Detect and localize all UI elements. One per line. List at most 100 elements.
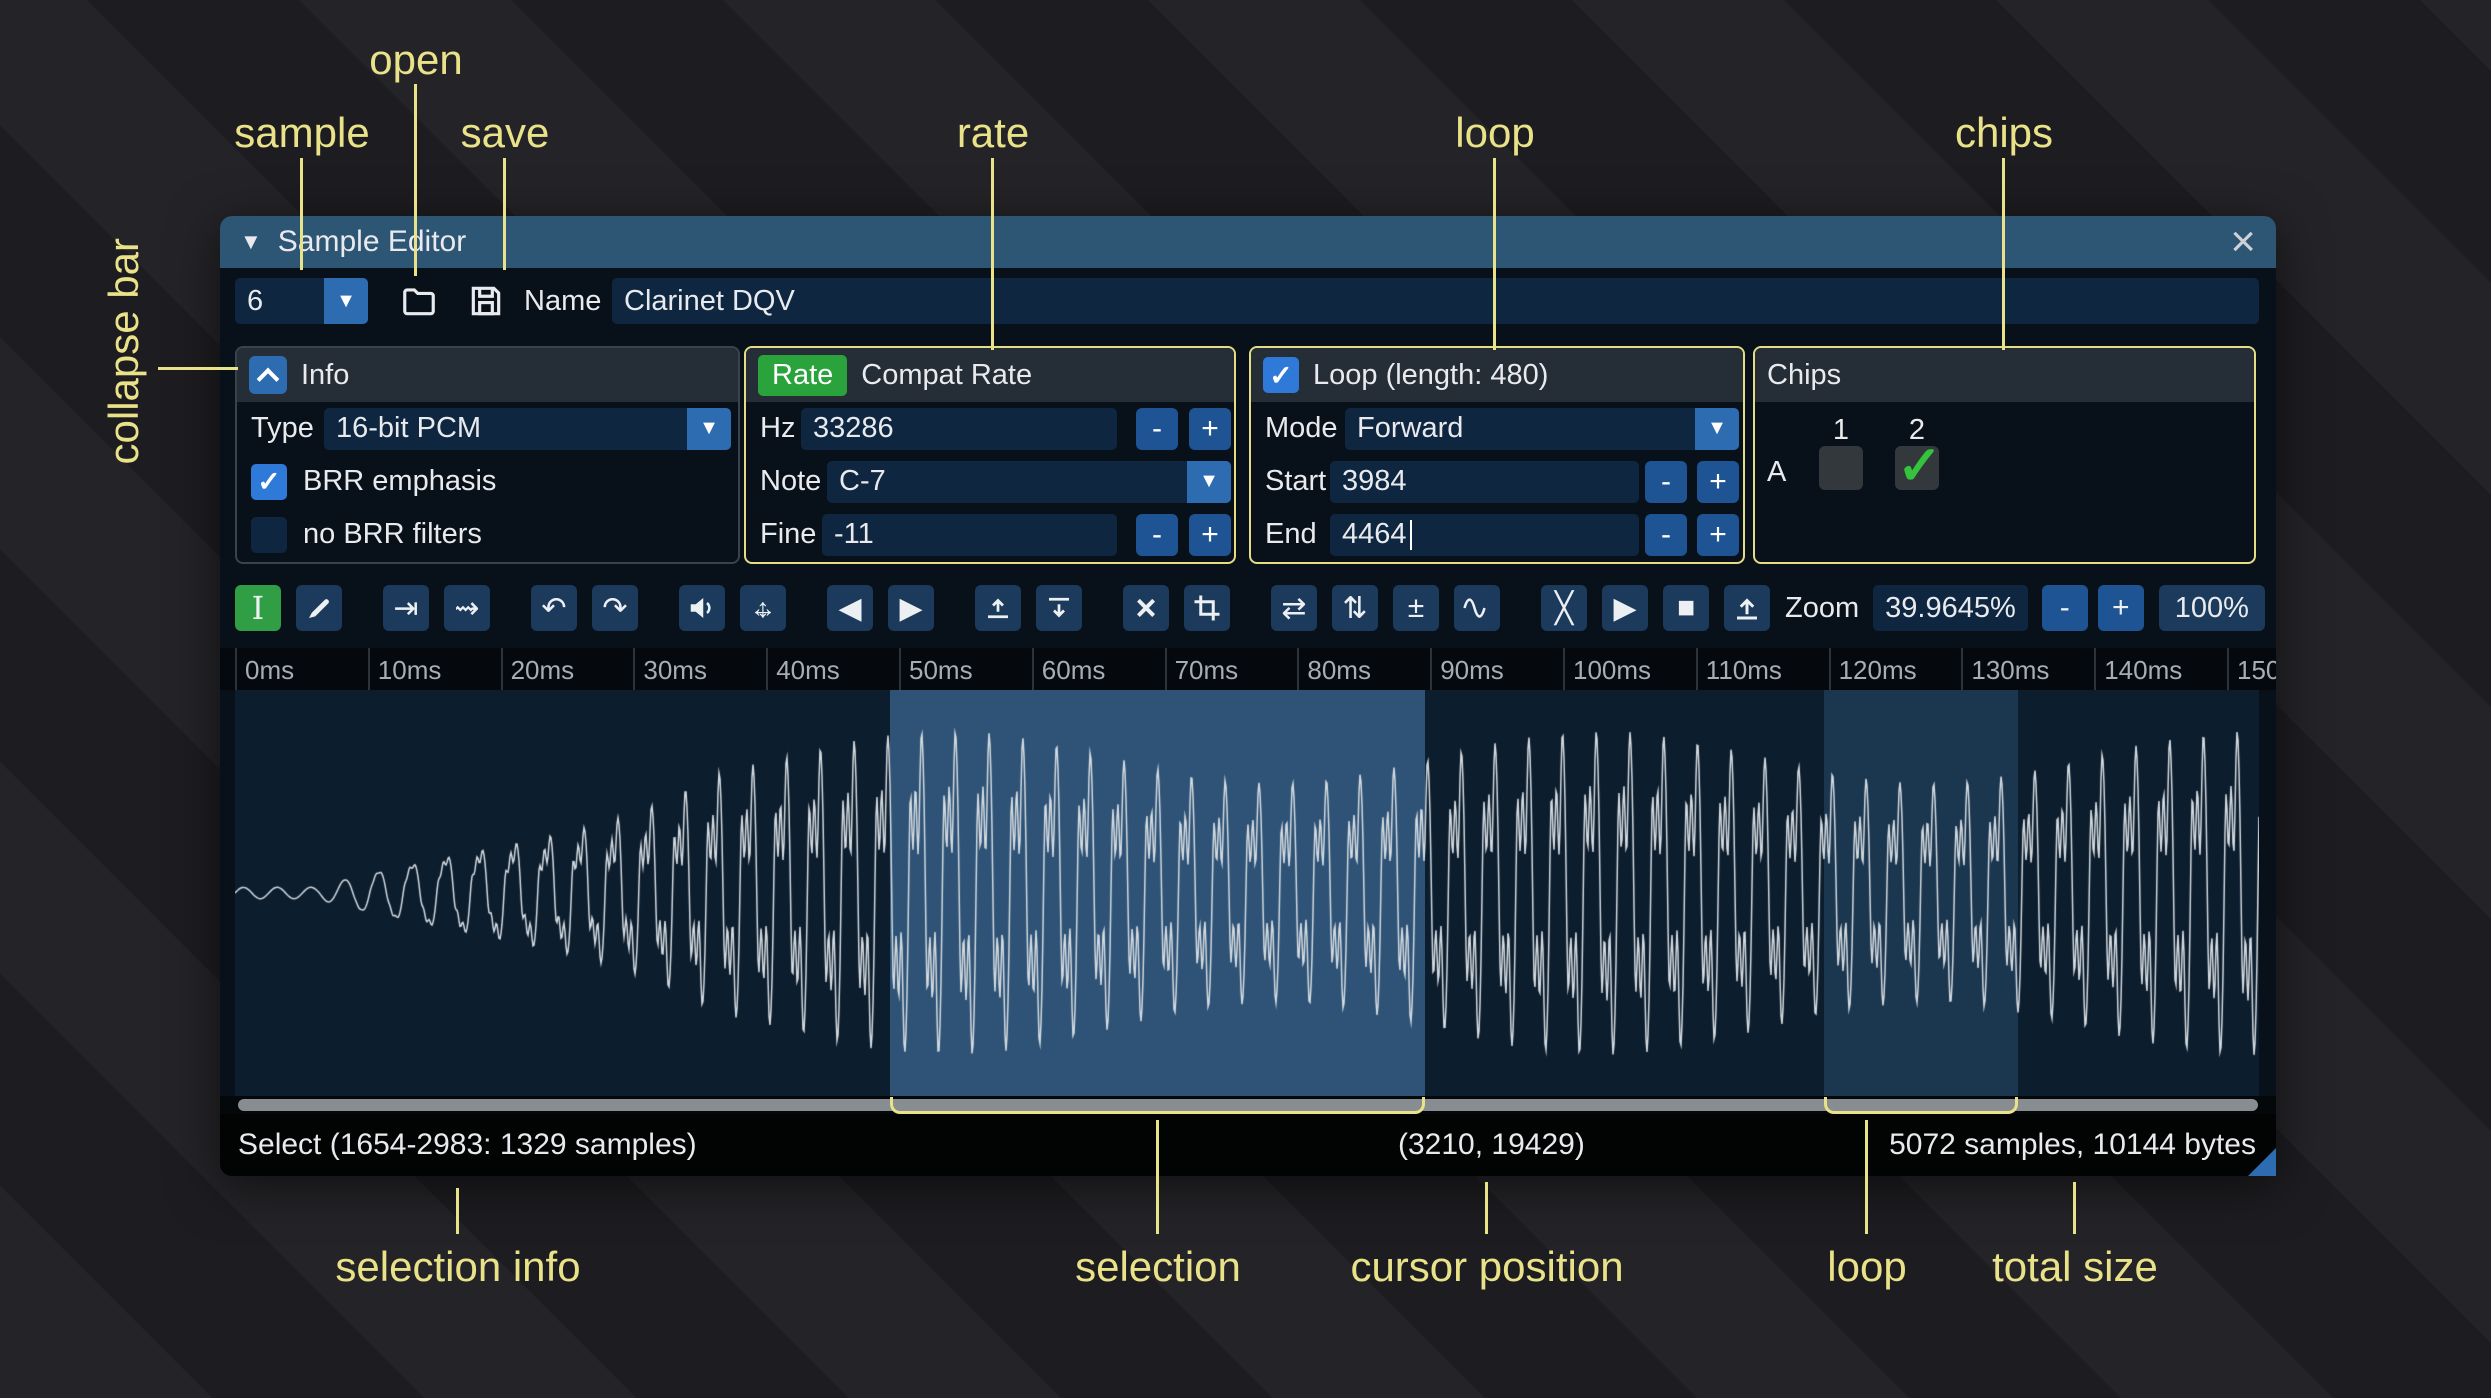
- timeline-label: 60ms: [1031, 648, 1105, 690]
- name-input[interactable]: Clarinet DQV: [612, 278, 2259, 324]
- type-label: Type: [251, 412, 314, 444]
- fine-decrease-button[interactable]: -: [1136, 513, 1178, 556]
- timeline-label: 130ms: [1961, 648, 2049, 690]
- resample-button[interactable]: ⇝: [444, 585, 490, 631]
- play-preview-button[interactable]: ▶: [1602, 585, 1648, 631]
- redo-button[interactable]: ↷: [592, 585, 638, 631]
- annotation-bracket-selection: [890, 1097, 1425, 1114]
- sample-toolbar: I ⇥ ⇝ ↶ ↷ ↔ ↕ ◀ ▶ × ⇄ ⇅ ± ╳ ▶ ■ Zoom 39.…: [235, 582, 2265, 634]
- timeline-label: 150ms: [2227, 648, 2276, 690]
- status-total-size: 5072 samples, 10144 bytes: [1889, 1128, 2256, 1161]
- sample-selector[interactable]: 6 ▼: [235, 278, 368, 324]
- sample-selector-dropdown-icon[interactable]: ▼: [324, 278, 368, 324]
- loop-start-label: Start: [1265, 465, 1327, 497]
- edit-mode-button[interactable]: I: [235, 585, 281, 631]
- fade-out-icon: ▶: [899, 591, 923, 625]
- loop-end-increase-button[interactable]: +: [1697, 513, 1739, 556]
- window-resize-grip[interactable]: [2248, 1148, 2276, 1176]
- zoom-reset-button[interactable]: 100%: [2158, 585, 2265, 631]
- timeline-label: 120ms: [1828, 648, 1917, 690]
- waveform-view[interactable]: [235, 690, 2259, 1096]
- rate-panel-title: Compat Rate: [861, 358, 1033, 391]
- hz-input[interactable]: 33286: [801, 407, 1117, 450]
- zoom-in-button[interactable]: +: [2097, 585, 2144, 631]
- fade-in-button[interactable]: ◀: [827, 585, 873, 631]
- rate-mode-button[interactable]: Rate: [758, 354, 848, 396]
- fine-input[interactable]: -11: [822, 513, 1117, 556]
- note-dropdown-icon[interactable]: ▼: [1187, 460, 1231, 503]
- crop-icon: [1192, 593, 1222, 623]
- timeline-label: 20ms: [500, 648, 574, 690]
- name-input-value: Clarinet DQV: [624, 284, 795, 317]
- crossfade-button[interactable]: ╳: [1541, 585, 1587, 631]
- loop-end-input[interactable]: 4464: [1330, 513, 1639, 556]
- check-icon: ✓: [257, 466, 281, 497]
- annotation-line-selection: [1156, 1120, 1159, 1234]
- loop-start-input[interactable]: 3984: [1330, 460, 1639, 503]
- chip-a1-checkbox[interactable]: [1819, 446, 1863, 490]
- invert-button[interactable]: ⇅: [1332, 585, 1378, 631]
- collapse-bar-button[interactable]: [249, 356, 287, 394]
- zoom-out-button[interactable]: -: [2041, 585, 2088, 631]
- titlebar[interactable]: ▼ Sample Editor ×: [220, 216, 2276, 268]
- annotation-selection-info: selection info: [335, 1243, 581, 1290]
- loop-panel-title: Loop (length: 480): [1313, 358, 1549, 391]
- loop-mode-dropdown-icon[interactable]: ▼: [1695, 407, 1739, 450]
- sign-invert-button[interactable]: ±: [1393, 585, 1439, 631]
- chip-row-a-label: A: [1767, 456, 1787, 488]
- rate-panel: Rate Compat Rate Hz 33286 - + Note C-7 ▼…: [744, 346, 1236, 564]
- hz-decrease-button[interactable]: -: [1136, 407, 1178, 450]
- apply-silence-button[interactable]: [1036, 585, 1082, 631]
- undo-button[interactable]: ↶: [531, 585, 577, 631]
- export-button[interactable]: [1724, 585, 1770, 631]
- folder-icon: [400, 282, 438, 320]
- type-dropdown-icon[interactable]: ▼: [687, 407, 731, 450]
- normalize-icon: ↕: [756, 592, 770, 623]
- speaker-icon: [687, 593, 717, 623]
- draw-mode-button[interactable]: [296, 585, 342, 631]
- hz-increase-button[interactable]: +: [1189, 407, 1231, 450]
- loop-checkbox[interactable]: ✓: [1263, 357, 1299, 393]
- chips-panel: Chips 1 2 A ✓: [1753, 346, 2256, 564]
- timeline-label: 30ms: [633, 648, 707, 690]
- trim-button[interactable]: [1184, 585, 1230, 631]
- open-button[interactable]: [397, 278, 441, 324]
- waveform-canvas[interactable]: [235, 690, 2259, 1096]
- sample-selector-value: 6: [247, 284, 264, 317]
- annotation-line-chips: [2002, 158, 2005, 350]
- chip-a2-checkbox[interactable]: ✓: [1895, 436, 1942, 496]
- type-selector[interactable]: 16-bit PCM ▼: [324, 407, 731, 450]
- reverse-button[interactable]: ⇄: [1271, 585, 1317, 631]
- note-selector[interactable]: C-7 ▼: [827, 460, 1231, 503]
- normalize-button[interactable]: ↔ ↕: [740, 585, 786, 631]
- stop-preview-button[interactable]: ■: [1663, 585, 1709, 631]
- annotation-collapse-bar: collapse bar: [100, 238, 147, 465]
- window-collapse-icon[interactable]: ▼: [240, 229, 262, 255]
- loop-end-label: End: [1265, 518, 1317, 550]
- insert-silence-button[interactable]: [975, 585, 1021, 631]
- loop-start-increase-button[interactable]: +: [1697, 460, 1739, 503]
- zoom-input[interactable]: 39.9645%: [1873, 585, 2028, 631]
- delete-button[interactable]: ×: [1123, 585, 1169, 631]
- timeline-label: 90ms: [1430, 648, 1504, 690]
- loop-start-decrease-button[interactable]: -: [1645, 460, 1687, 503]
- pencil-icon: [304, 593, 334, 623]
- loop-mode-selector[interactable]: Forward ▼: [1345, 407, 1739, 450]
- timeline-ruler[interactable]: 0ms 10ms 20ms 30ms 40ms 50ms 60ms 70ms 80ms 90ms 1…: [220, 648, 2276, 690]
- annotation-line-collapse-bar: [158, 367, 238, 370]
- filter-button[interactable]: [1454, 585, 1500, 631]
- hz-input-value: 33286: [813, 412, 894, 444]
- no-brr-filters-checkbox[interactable]: [251, 516, 287, 553]
- loop-end-decrease-button[interactable]: -: [1645, 513, 1687, 556]
- save-button[interactable]: [464, 278, 508, 324]
- brr-emphasis-checkbox[interactable]: ✓: [251, 463, 287, 500]
- fine-increase-button[interactable]: +: [1189, 513, 1231, 556]
- timeline-label: 0ms: [235, 648, 294, 690]
- annotation-save: save: [460, 109, 550, 156]
- amplify-button[interactable]: [679, 585, 725, 631]
- annotation-line-rate: [991, 158, 994, 350]
- resize-button[interactable]: ⇥: [383, 585, 429, 631]
- filter-wave-icon: [1462, 593, 1492, 623]
- fade-out-button[interactable]: ▶: [888, 585, 934, 631]
- close-icon[interactable]: ×: [2230, 220, 2256, 264]
